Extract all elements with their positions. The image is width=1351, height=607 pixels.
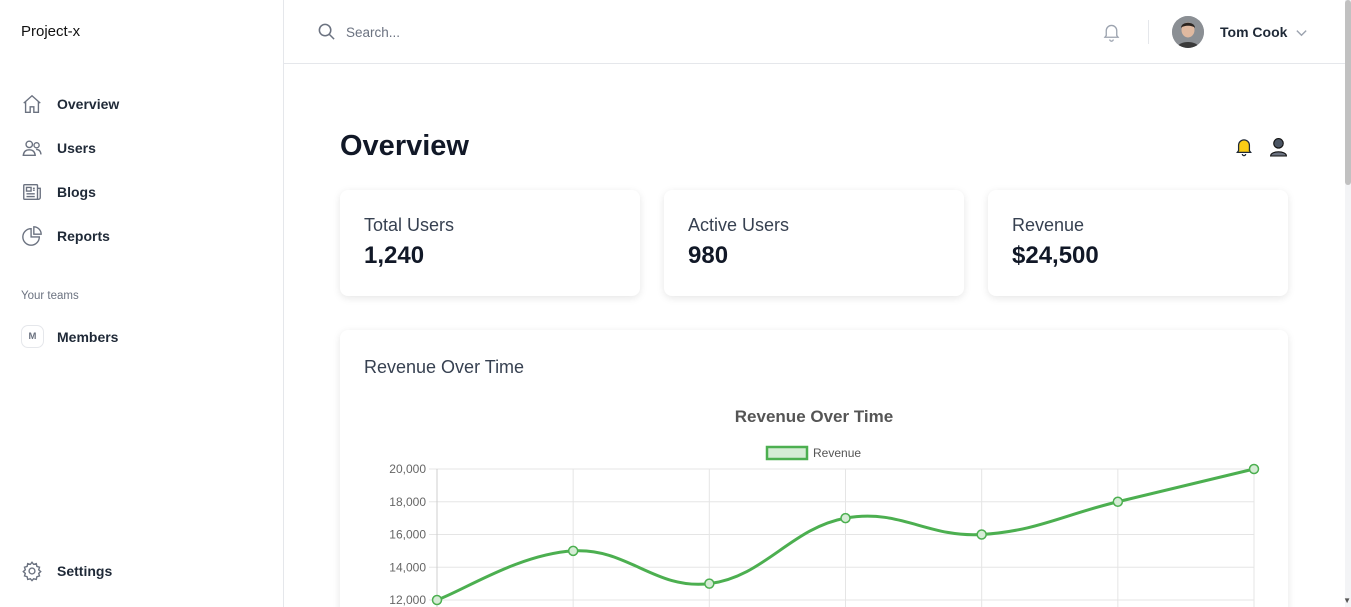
sidebar-nav: Overview Users Blogs Reports (16, 84, 268, 260)
stat-label: Total Users (364, 215, 455, 235)
sidebar-item-reports[interactable]: Reports (16, 216, 268, 256)
users-icon (22, 140, 42, 157)
sidebar-item-settings[interactable]: Settings (21, 560, 112, 582)
gear-icon (22, 561, 42, 582)
y-tick-label: 16,000 (389, 528, 426, 542)
stat-label: Revenue (1012, 215, 1085, 235)
sidebar-item-label: Reports (57, 228, 110, 244)
y-tick-label: 18,000 (389, 495, 426, 509)
stat-card-total-users: Total Users 1,240 (340, 190, 640, 296)
alert-bell-icon[interactable] (1234, 136, 1254, 157)
notification-bell-icon[interactable] (1101, 21, 1122, 43)
chevron-down-icon[interactable] (1295, 26, 1308, 39)
sidebar-item-users[interactable]: Users (16, 128, 268, 168)
stat-value: 1,240 (364, 242, 425, 269)
sidebar-item-label: Users (57, 140, 96, 156)
stat-label: Active Users (688, 215, 790, 235)
sidebar-item-overview[interactable]: Overview (16, 84, 268, 124)
revenue-line-chart: Revenue Over Time Revenue 12,000 14,000 16,0… (389, 407, 1260, 607)
team-initial-badge: M (21, 325, 44, 348)
vertical-scrollbar[interactable]: ▼ (1343, 0, 1351, 607)
search-icon (318, 23, 335, 40)
stat-card-active-users: Active Users 980 (664, 190, 964, 296)
top-bar: Tom Cook (284, 0, 1345, 64)
legend-swatch (765, 445, 809, 461)
sidebar: Project-x Overview Users Blogs Reports Y… (0, 0, 284, 607)
team-item-label: Members (57, 328, 119, 345)
revenue-chart-card: Revenue Over Time Revenue Over Time Reven… (340, 330, 1288, 607)
pie-chart-icon (22, 226, 42, 246)
stat-value: 980 (688, 242, 729, 269)
newspaper-icon (23, 183, 41, 201)
teams-heading: Your teams (21, 290, 79, 302)
user-name[interactable]: Tom Cook (1220, 24, 1287, 40)
chart-title: Revenue Over Time (735, 407, 893, 426)
avatar-image (1172, 16, 1204, 48)
brand-name: Project-x (21, 23, 81, 40)
page-title: Overview (340, 130, 469, 162)
stat-card-revenue: Revenue $24,500 (988, 190, 1288, 296)
team-item-members[interactable]: M Members (21, 325, 118, 348)
y-tick-label: 12,000 (389, 593, 426, 607)
y-tick-label: 20,000 (389, 462, 426, 476)
y-tick-label: 14,000 (389, 560, 426, 574)
settings-label: Settings (57, 563, 113, 579)
data-point (704, 578, 715, 589)
topbar-divider (1148, 20, 1149, 44)
sidebar-item-label: Overview (57, 96, 120, 112)
user-profile-icon[interactable] (1269, 136, 1288, 157)
scrollbar-thumb[interactable] (1345, 0, 1351, 185)
legend-label: Revenue (813, 446, 861, 460)
data-point (976, 529, 987, 540)
data-point (1112, 496, 1124, 507)
data-point (567, 545, 579, 557)
sidebar-item-label: Blogs (57, 184, 96, 200)
data-point (431, 594, 443, 606)
sidebar-item-blogs[interactable]: Blogs (16, 172, 268, 212)
search-input[interactable] (346, 18, 946, 46)
stat-value: $24,500 (1012, 242, 1099, 269)
scroll-down-arrow-icon[interactable]: ▼ (1343, 596, 1351, 605)
data-point (840, 512, 851, 524)
avatar[interactable] (1172, 16, 1204, 48)
home-icon (23, 94, 41, 113)
data-point (1248, 463, 1260, 475)
